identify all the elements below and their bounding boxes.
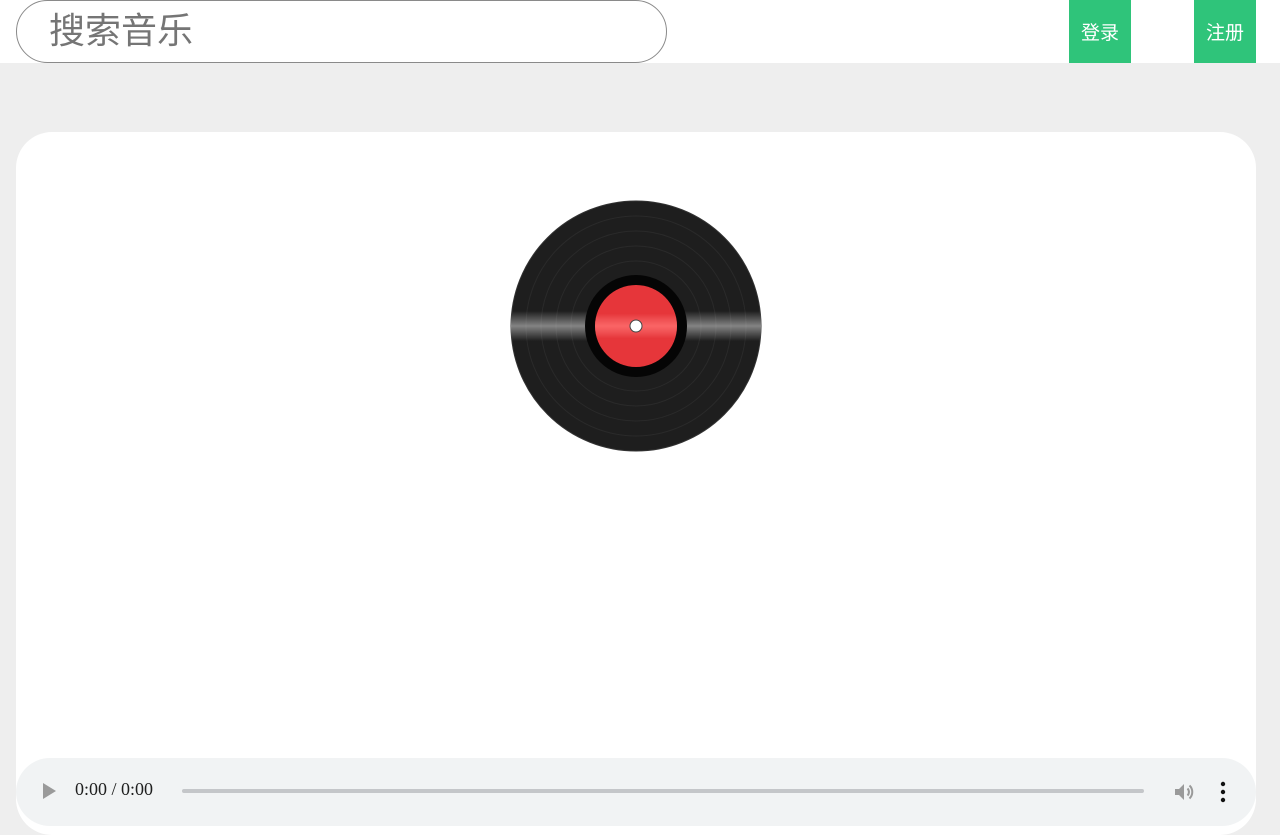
play-icon[interactable] <box>43 783 56 799</box>
top-bar: 登录 注册 <box>0 0 1280 63</box>
progress-bar[interactable] <box>182 789 1144 793</box>
volume-icon[interactable] <box>1172 780 1196 804</box>
more-vertical-icon[interactable] <box>1218 780 1228 804</box>
register-button[interactable]: 注册 <box>1194 0 1256 63</box>
vinyl-record-icon <box>510 200 762 452</box>
search-input[interactable] <box>16 0 667 63</box>
main-card: 0:00 / 0:00 <box>16 132 1256 835</box>
login-button[interactable]: 登录 <box>1069 0 1131 63</box>
audio-player: 0:00 / 0:00 <box>16 758 1256 826</box>
time-display: 0:00 / 0:00 <box>75 779 154 799</box>
